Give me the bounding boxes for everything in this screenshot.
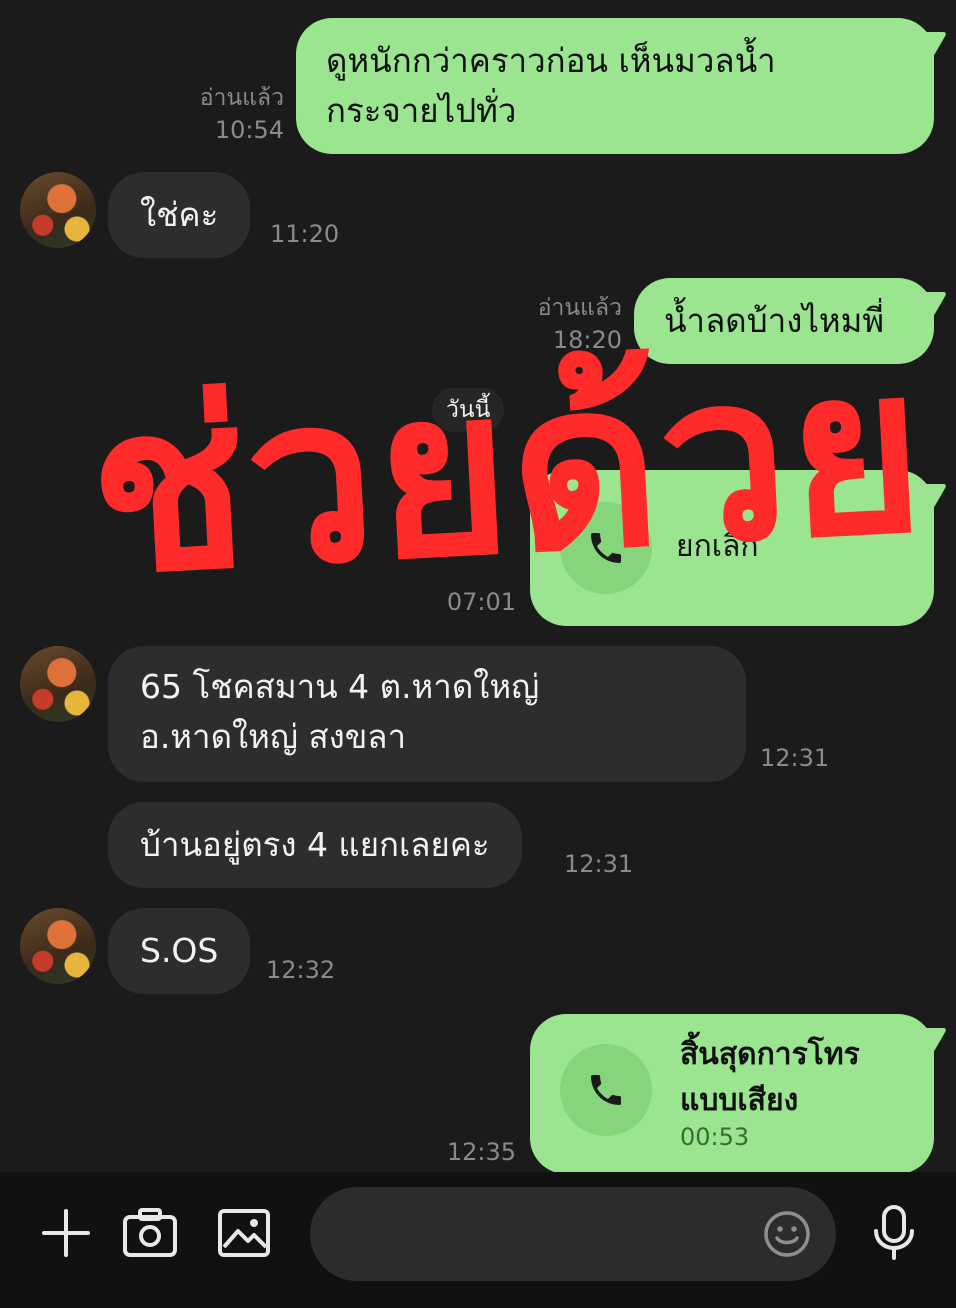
bubble-tail [906,484,948,510]
message-input-field[interactable] [344,1209,744,1259]
message-text: น้ำลดบ้างไหมพี่ [664,301,885,340]
outgoing-message[interactable]: ดูหนักกว่าคราวก่อน เห็นมวลน้ำ กระจายไปทั… [296,18,948,154]
phone-icon [591,533,621,563]
read-receipt: อ่านแล้ว [199,85,284,111]
incoming-message[interactable]: บ้านอยู่ตรง 4 แยกเลยคะ [108,802,522,888]
call-status-line: สิ้นสุดการโทร [680,1037,860,1072]
incoming-message[interactable]: S.OS [108,908,251,994]
chat-area[interactable]: อ่านแล้ว 10:54 ดูหนักกว่าคราวก่อน เห็นมว… [0,0,956,1172]
bubble-tail [906,1028,948,1054]
call-icon-wrap [560,502,652,594]
bubble-tail [906,292,948,318]
outgoing-message[interactable]: น้ำลดบ้างไหมพี่ [634,278,948,364]
message-text: 65 โชคสมาน 4 ต.หาดใหญ่ [140,667,540,706]
read-receipt: อ่านแล้ว [537,295,622,321]
outgoing-call-message[interactable]: สิ้นสุดการโทร แบบเสียง 00:53 [530,1014,948,1172]
message-time: 07:01 [446,588,516,616]
date-separator: วันนี้ [432,388,505,432]
message-text: ดูหนักกว่าคราวก่อน เห็นมวลน้ำ [326,41,776,80]
call-status: ยกเลิก [676,529,759,564]
contact-avatar[interactable] [20,908,96,984]
message-meta: อ่านแล้ว 18:20 [516,292,622,356]
message-time: 12:31 [760,744,830,772]
message-input[interactable] [310,1187,836,1281]
message-meta: อ่านแล้ว 10:54 [178,82,284,146]
incoming-message[interactable]: ใช่คะ [108,172,251,258]
camera-icon[interactable] [120,1203,180,1263]
emoji-icon[interactable] [762,1209,812,1259]
call-status: สิ้นสุดการโทร แบบเสียง [680,1032,860,1124]
bubble-tail [906,32,948,58]
incoming-message[interactable]: 65 โชคสมาน 4 ต.หาดใหญ่ อ.หาดใหญ่ สงขลา [108,646,746,782]
contact-avatar[interactable] [20,646,96,722]
microphone-icon[interactable] [864,1203,924,1263]
call-duration: 00:53 [680,1123,750,1151]
call-icon-wrap [560,1044,652,1136]
message-time: 11:20 [270,220,340,248]
message-text: บ้านอยู่ตรง 4 แยกเลยคะ [140,825,490,864]
message-time: 12:31 [564,850,634,878]
outgoing-call-message[interactable]: ยกเลิก [530,470,948,626]
message-time: 12:35 [446,1138,516,1166]
message-time: 12:32 [266,956,336,984]
message-text: ใช่คะ [140,195,219,234]
message-time: 18:20 [552,326,622,354]
message-text: กระจายไปทั่ว [326,91,517,130]
message-text: S.OS [140,931,219,970]
phone-icon [591,1075,621,1105]
call-status-line: แบบเสียง [680,1083,799,1118]
plus-icon[interactable] [36,1203,96,1263]
message-time: 10:54 [214,116,284,144]
image-icon[interactable] [214,1203,274,1263]
contact-avatar[interactable] [20,172,96,248]
message-text: อ.หาดใหญ่ สงขลา [140,717,407,756]
